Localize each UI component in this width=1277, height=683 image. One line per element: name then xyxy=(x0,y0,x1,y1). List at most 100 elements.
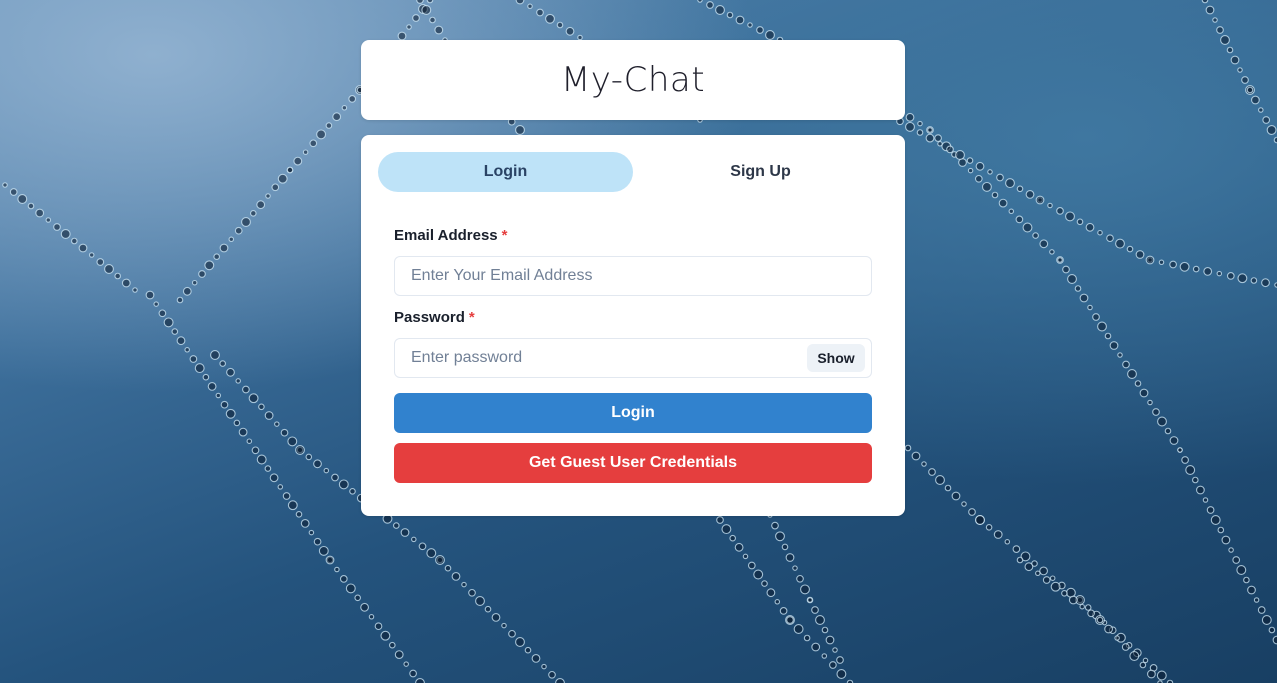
login-button[interactable]: Login xyxy=(394,393,872,433)
dew-drop xyxy=(248,393,259,404)
dew-drop xyxy=(434,25,444,35)
dew-drop xyxy=(374,622,383,631)
dew-drop xyxy=(917,120,923,127)
dew-drop xyxy=(1210,515,1221,525)
dew-drop xyxy=(461,581,467,588)
dew-drop xyxy=(927,127,933,133)
dew-drop xyxy=(388,641,396,649)
dew-drop xyxy=(1246,86,1254,94)
dew-drop xyxy=(444,564,452,572)
dew-drop xyxy=(1236,565,1247,575)
dew-drop xyxy=(348,95,357,103)
dew-drop xyxy=(121,278,131,288)
dew-drop xyxy=(153,301,159,307)
dew-drop xyxy=(1096,616,1104,624)
dew-drop xyxy=(515,0,525,5)
dew-drop xyxy=(1039,239,1049,249)
dew-drop xyxy=(545,13,555,24)
dew-drop xyxy=(246,438,253,444)
dew-drop xyxy=(1042,576,1051,584)
dew-drop xyxy=(747,22,753,28)
password-label: Password * xyxy=(394,309,475,326)
dew-drop xyxy=(1127,369,1137,379)
dew-drop xyxy=(60,229,71,239)
dew-drop xyxy=(409,669,417,678)
dew-drop xyxy=(334,566,340,573)
guest-credentials-button[interactable]: Get Guest User Credentials xyxy=(394,443,872,483)
dew-drop xyxy=(1035,195,1045,205)
dew-drop xyxy=(1243,576,1250,584)
dew-drop xyxy=(241,217,251,227)
dew-drop xyxy=(302,149,309,155)
dew-drop xyxy=(191,279,198,286)
dew-drop xyxy=(451,572,461,581)
dew-drop xyxy=(1114,635,1120,641)
dew-drop xyxy=(184,347,190,353)
dew-drop xyxy=(331,473,339,482)
dew-drop xyxy=(726,11,734,19)
dew-drop xyxy=(1079,293,1089,303)
dew-drop xyxy=(905,112,915,122)
dew-drop xyxy=(1156,670,1167,681)
dew-drop xyxy=(747,561,756,570)
dew-drop xyxy=(721,524,732,535)
dew-drop xyxy=(233,419,241,427)
dew-drop xyxy=(1185,465,1196,475)
dew-drop xyxy=(265,193,271,199)
password-input[interactable] xyxy=(394,338,872,378)
dew-drop xyxy=(985,523,993,531)
dew-drop xyxy=(706,1,714,9)
dew-drop xyxy=(1129,651,1140,661)
dew-drop xyxy=(1097,321,1107,332)
dew-drop xyxy=(1135,250,1145,259)
dew-drop xyxy=(1106,234,1114,243)
dew-drop xyxy=(204,260,215,271)
dew-drop xyxy=(536,8,544,17)
dew-drop xyxy=(35,208,45,218)
dew-drop xyxy=(1179,261,1190,272)
dew-drop xyxy=(1157,416,1167,427)
dew-drop xyxy=(1221,535,1231,545)
dew-drop xyxy=(316,129,327,140)
dew-drop xyxy=(1250,277,1258,284)
dew-drop xyxy=(556,21,564,29)
dew-drop xyxy=(176,296,184,304)
dew-drop xyxy=(697,0,703,3)
email-input[interactable] xyxy=(394,256,872,296)
app-title: My-Chat xyxy=(560,60,706,100)
dew-drop xyxy=(368,614,375,620)
dew-drop xyxy=(202,373,210,381)
dew-drop xyxy=(380,630,391,641)
dew-drop xyxy=(967,167,974,174)
dew-drop xyxy=(282,492,291,500)
dew-drop xyxy=(1109,341,1119,350)
dew-drop xyxy=(928,468,936,476)
dew-drop xyxy=(295,510,303,518)
tab-sign-up[interactable]: Sign Up xyxy=(633,152,888,192)
dew-drop xyxy=(163,317,174,328)
dew-drop xyxy=(1202,497,1209,503)
dew-drop xyxy=(287,500,298,511)
dew-drop xyxy=(219,243,229,253)
dew-drop xyxy=(27,202,35,210)
dew-drop xyxy=(515,637,525,647)
show-password-button[interactable]: Show xyxy=(807,344,865,372)
dew-drop xyxy=(1126,245,1134,253)
dew-drop xyxy=(508,629,516,638)
dew-drop xyxy=(421,5,432,15)
dew-drop xyxy=(1228,547,1234,553)
dew-drop xyxy=(403,661,409,667)
tab-login[interactable]: Login xyxy=(378,152,633,192)
dew-drop xyxy=(1097,229,1103,236)
dew-drop xyxy=(811,642,821,652)
dew-drop xyxy=(1104,624,1113,634)
dew-drop xyxy=(786,616,794,624)
dew-drop xyxy=(338,479,349,490)
dew-drop xyxy=(1062,265,1070,274)
dew-drop xyxy=(1266,125,1277,135)
dew-drop xyxy=(1251,95,1260,105)
dew-drop xyxy=(264,465,272,472)
dew-drop xyxy=(484,605,492,613)
dew-drop xyxy=(904,444,912,452)
dew-drop xyxy=(1016,556,1024,564)
